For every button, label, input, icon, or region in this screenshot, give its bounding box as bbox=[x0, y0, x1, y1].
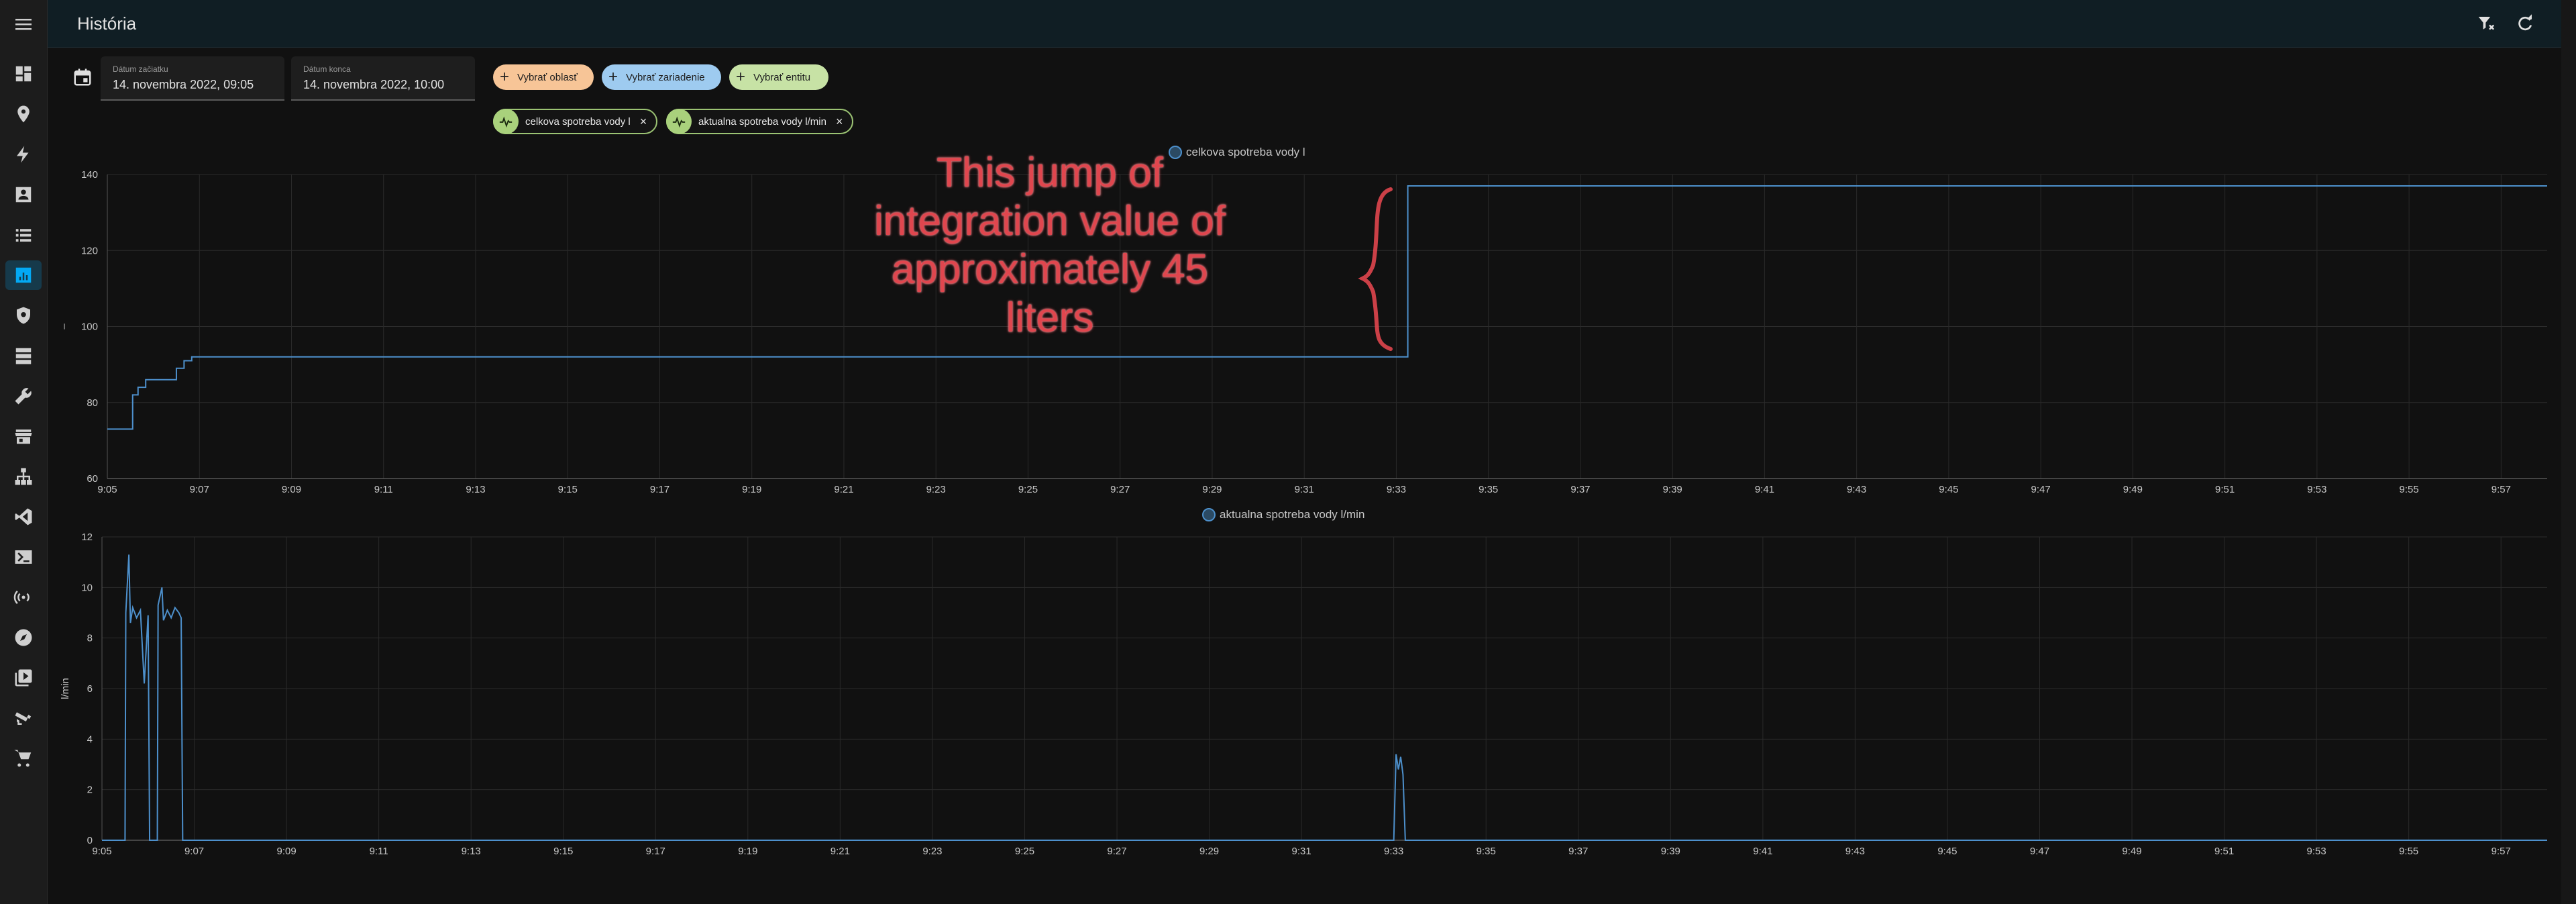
x-tick-label: 9:27 bbox=[1107, 846, 1126, 857]
x-tick-label: 9:49 bbox=[2122, 846, 2141, 857]
x-tick-label: 9:09 bbox=[282, 484, 301, 495]
x-tick-label: 9:35 bbox=[1477, 846, 1496, 857]
x-tick-label: 9:11 bbox=[370, 846, 388, 857]
y-tick-label: 60 bbox=[87, 473, 98, 485]
y-tick-label: 6 bbox=[87, 683, 93, 695]
x-tick-label: 9:31 bbox=[1295, 484, 1314, 495]
x-tick-label: 9:25 bbox=[1015, 846, 1034, 857]
x-tick-label: 9:37 bbox=[1570, 484, 1590, 495]
y-tick-label: 100 bbox=[81, 321, 98, 333]
x-tick-label: 9:29 bbox=[1202, 484, 1222, 495]
x-tick-label: 9:13 bbox=[462, 846, 481, 857]
chart-2: 0 2 4 6 8 10 12 9:05 9:07 9:09 9:11 9:13 9:15 9:17 9:1… bbox=[60, 508, 2547, 857]
x-tick-label: 9:07 bbox=[190, 484, 209, 495]
x-tick-label: 9:05 bbox=[97, 484, 117, 495]
x-tick-label: 9:09 bbox=[276, 846, 296, 857]
x-tick-label: 9:57 bbox=[2491, 484, 2511, 495]
x-tick-label: 9:43 bbox=[1845, 846, 1865, 857]
x-tick-label: 9:29 bbox=[1199, 846, 1219, 857]
x-tick-label: 9:37 bbox=[1568, 846, 1588, 857]
x-tick-label: 9:15 bbox=[553, 846, 573, 857]
x-tick-label: 9:33 bbox=[1387, 484, 1406, 495]
x-tick-label: 9:45 bbox=[1939, 484, 1958, 495]
x-tick-label: 9:19 bbox=[738, 846, 757, 857]
x-tick-label: 9:49 bbox=[2123, 484, 2143, 495]
x-tick-label: 9:57 bbox=[2491, 846, 2511, 857]
x-tick-label: 9:21 bbox=[830, 846, 850, 857]
x-tick-label: 9:19 bbox=[742, 484, 761, 495]
chart-1: 60 80 100 120 140 9:05 9:07 9:09 9:11 9:13 9:15 9:1… bbox=[58, 146, 2547, 495]
series-line bbox=[107, 185, 2547, 430]
x-tick-label: 9:51 bbox=[2214, 846, 2234, 857]
x-tick-label: 9:43 bbox=[1847, 484, 1866, 495]
annotation-line: This jump of bbox=[936, 150, 1163, 196]
x-tick-label: 9:17 bbox=[650, 484, 669, 495]
x-tick-label: 9:39 bbox=[1663, 484, 1682, 495]
annotation-text: This jump of integration value of approx… bbox=[845, 149, 1254, 342]
x-tick-label: 9:05 bbox=[92, 846, 111, 857]
series-line bbox=[102, 554, 2547, 841]
y-tick-label: 4 bbox=[87, 734, 93, 745]
x-tick-label: 9:51 bbox=[2215, 484, 2235, 495]
x-tick-label: 9:11 bbox=[374, 484, 393, 495]
y-tick-label: 140 bbox=[81, 169, 98, 181]
legend-marker bbox=[1202, 508, 1216, 521]
x-tick-label: 9:23 bbox=[926, 484, 946, 495]
x-tick-label: 9:41 bbox=[1753, 846, 1772, 857]
x-tick-label: 9:07 bbox=[184, 846, 204, 857]
y-tick-label: 8 bbox=[87, 633, 93, 644]
annotation-line: liters bbox=[1006, 295, 1094, 341]
y-axis-label: l/min bbox=[60, 678, 71, 699]
legend-label: aktualna spotreba vody l/min bbox=[1220, 508, 1364, 521]
y-axis-label: – bbox=[58, 323, 70, 330]
x-tick-label: 9:47 bbox=[2030, 846, 2049, 857]
x-tick-label: 9:21 bbox=[834, 484, 853, 495]
x-tick-label: 9:39 bbox=[1661, 846, 1680, 857]
x-tick-label: 9:53 bbox=[2307, 846, 2326, 857]
y-tick-label: 0 bbox=[87, 835, 93, 846]
x-tick-label: 9:31 bbox=[1292, 846, 1311, 857]
x-tick-label: 9:47 bbox=[2031, 484, 2051, 495]
y-tick-label: 12 bbox=[81, 532, 93, 543]
x-tick-label: 9:45 bbox=[1937, 846, 1957, 857]
x-tick-label: 9:35 bbox=[1479, 484, 1498, 495]
x-tick-label: 9:53 bbox=[2307, 484, 2326, 495]
x-tick-label: 9:13 bbox=[466, 484, 485, 495]
x-tick-label: 9:55 bbox=[2399, 846, 2418, 857]
x-tick-label: 9:33 bbox=[1384, 846, 1403, 857]
x-tick-label: 9:15 bbox=[558, 484, 578, 495]
scrollbar[interactable] bbox=[2561, 0, 2576, 904]
x-tick-label: 9:17 bbox=[646, 846, 665, 857]
y-tick-label: 80 bbox=[87, 397, 98, 409]
history-charts: 60801001201409:05 9:07 9:09 9:11 9:13 9:15 9:1… bbox=[58, 146, 2547, 857]
annotation-line: approximately 45 bbox=[891, 246, 1209, 293]
annotation-line: integration value of bbox=[874, 198, 1226, 244]
y-tick-label: 120 bbox=[81, 245, 98, 256]
annotation-brace bbox=[1358, 187, 1393, 351]
y-tick-label: 10 bbox=[81, 582, 93, 593]
x-tick-label: 9:23 bbox=[922, 846, 942, 857]
x-tick-label: 9:55 bbox=[2400, 484, 2419, 495]
x-tick-label: 9:41 bbox=[1755, 484, 1774, 495]
x-tick-label: 9:25 bbox=[1018, 484, 1038, 495]
x-tick-label: 9:27 bbox=[1110, 484, 1130, 495]
y-tick-label: 2 bbox=[87, 785, 93, 796]
